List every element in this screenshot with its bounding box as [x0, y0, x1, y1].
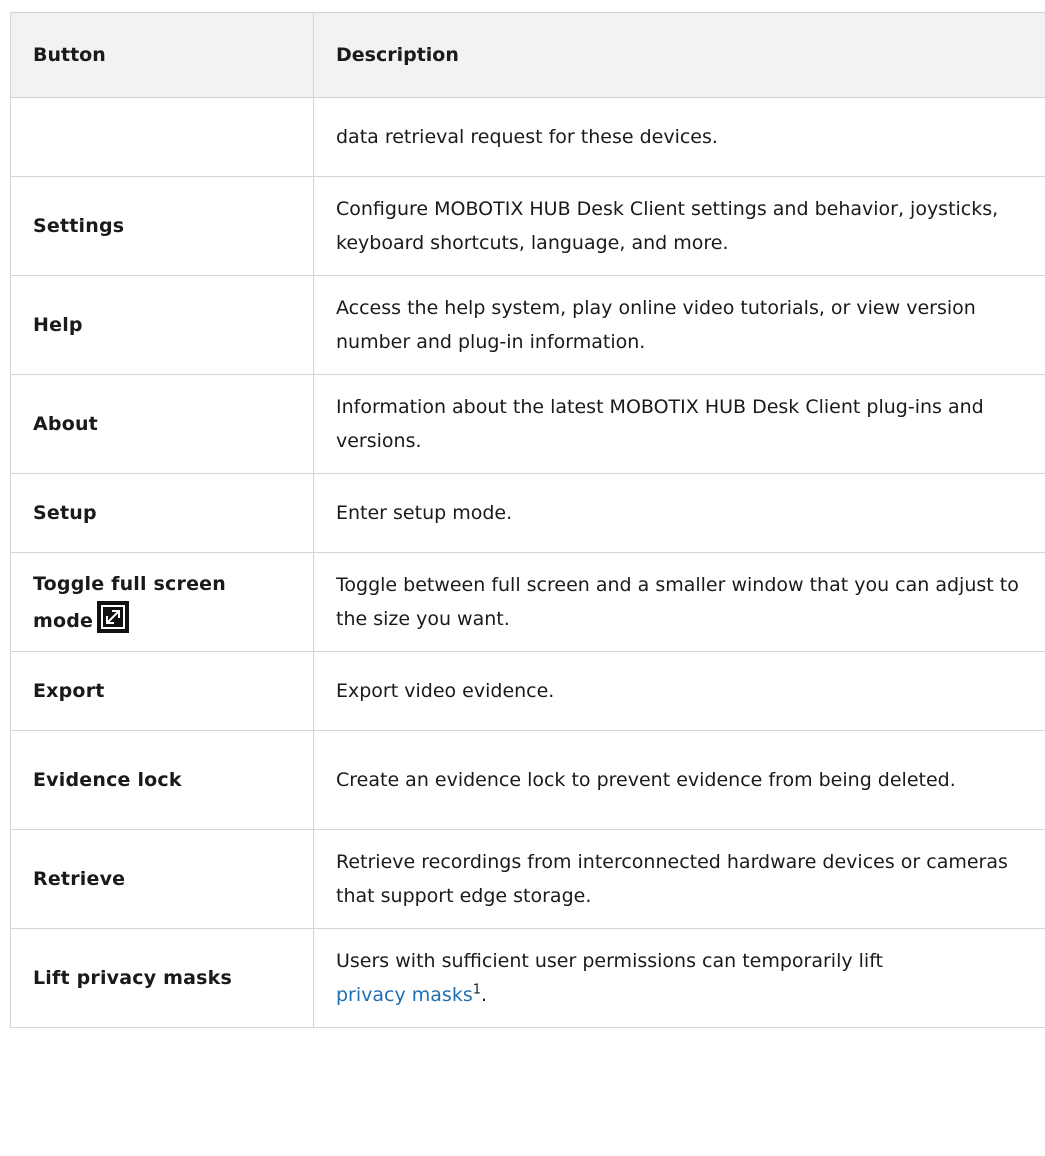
table-row: data retrieval request for these devices… [10, 97, 1045, 177]
button-cell: Toggle full screen mode [10, 552, 314, 652]
button-cell: Export [10, 651, 314, 731]
description-suffix: . [481, 984, 488, 1006]
description-cell: Users with sufficient user permissions c… [313, 928, 1045, 1028]
table-row: Export Export video evidence. [10, 651, 1045, 731]
button-cell: Settings [10, 176, 314, 276]
column-header-description: Description [313, 12, 1045, 98]
table-row: Toggle full screen mode Toggle between f… [10, 552, 1045, 652]
button-cell: About [10, 374, 314, 474]
table-row: Help Access the help system, play online… [10, 275, 1045, 375]
description-cell: Access the help system, play online vide… [313, 275, 1045, 375]
table-row: Setup Enter setup mode. [10, 473, 1045, 553]
description-cell: Configure MOBOTIX HUB Desk Client settin… [313, 176, 1045, 276]
table-row: Evidence lock Create an evidence lock to… [10, 730, 1045, 830]
button-cell: Help [10, 275, 314, 375]
table-row: About Information about the latest MOBOT… [10, 374, 1045, 474]
button-description-table: Button Description data retrieval reques… [10, 12, 1045, 1028]
privacy-masks-link[interactable]: privacy masks [336, 984, 473, 1006]
button-cell: Lift privacy masks [10, 928, 314, 1028]
fullscreen-toggle-icon [97, 600, 130, 633]
table-header-row: Button Description [10, 12, 1045, 98]
footnote-marker: 1 [472, 982, 482, 998]
table-row: Settings Configure MOBOTIX HUB Desk Clie… [10, 176, 1045, 276]
button-cell: Evidence lock [10, 730, 314, 830]
button-cell: Retrieve [10, 829, 314, 929]
column-header-button: Button [10, 12, 314, 98]
description-cell: Create an evidence lock to prevent evide… [313, 730, 1045, 830]
description-cell: Toggle between full screen and a smaller… [313, 552, 1045, 652]
description-text: Users with sufficient user permissions c… [336, 950, 884, 972]
description-cell: Export video evidence. [313, 651, 1045, 731]
button-cell: Setup [10, 473, 314, 553]
description-cell: Retrieve recordings from interconnected … [313, 829, 1045, 929]
table-row: Retrieve Retrieve recordings from interc… [10, 829, 1045, 929]
button-cell [10, 97, 314, 177]
description-cell: Enter setup mode. [313, 473, 1045, 553]
button-label: Toggle full screen mode [33, 572, 226, 632]
description-cell: Information about the latest MOBOTIX HUB… [313, 374, 1045, 474]
description-cell: data retrieval request for these devices… [313, 97, 1045, 177]
table-row: Lift privacy masks Users with sufficient… [10, 928, 1045, 1028]
